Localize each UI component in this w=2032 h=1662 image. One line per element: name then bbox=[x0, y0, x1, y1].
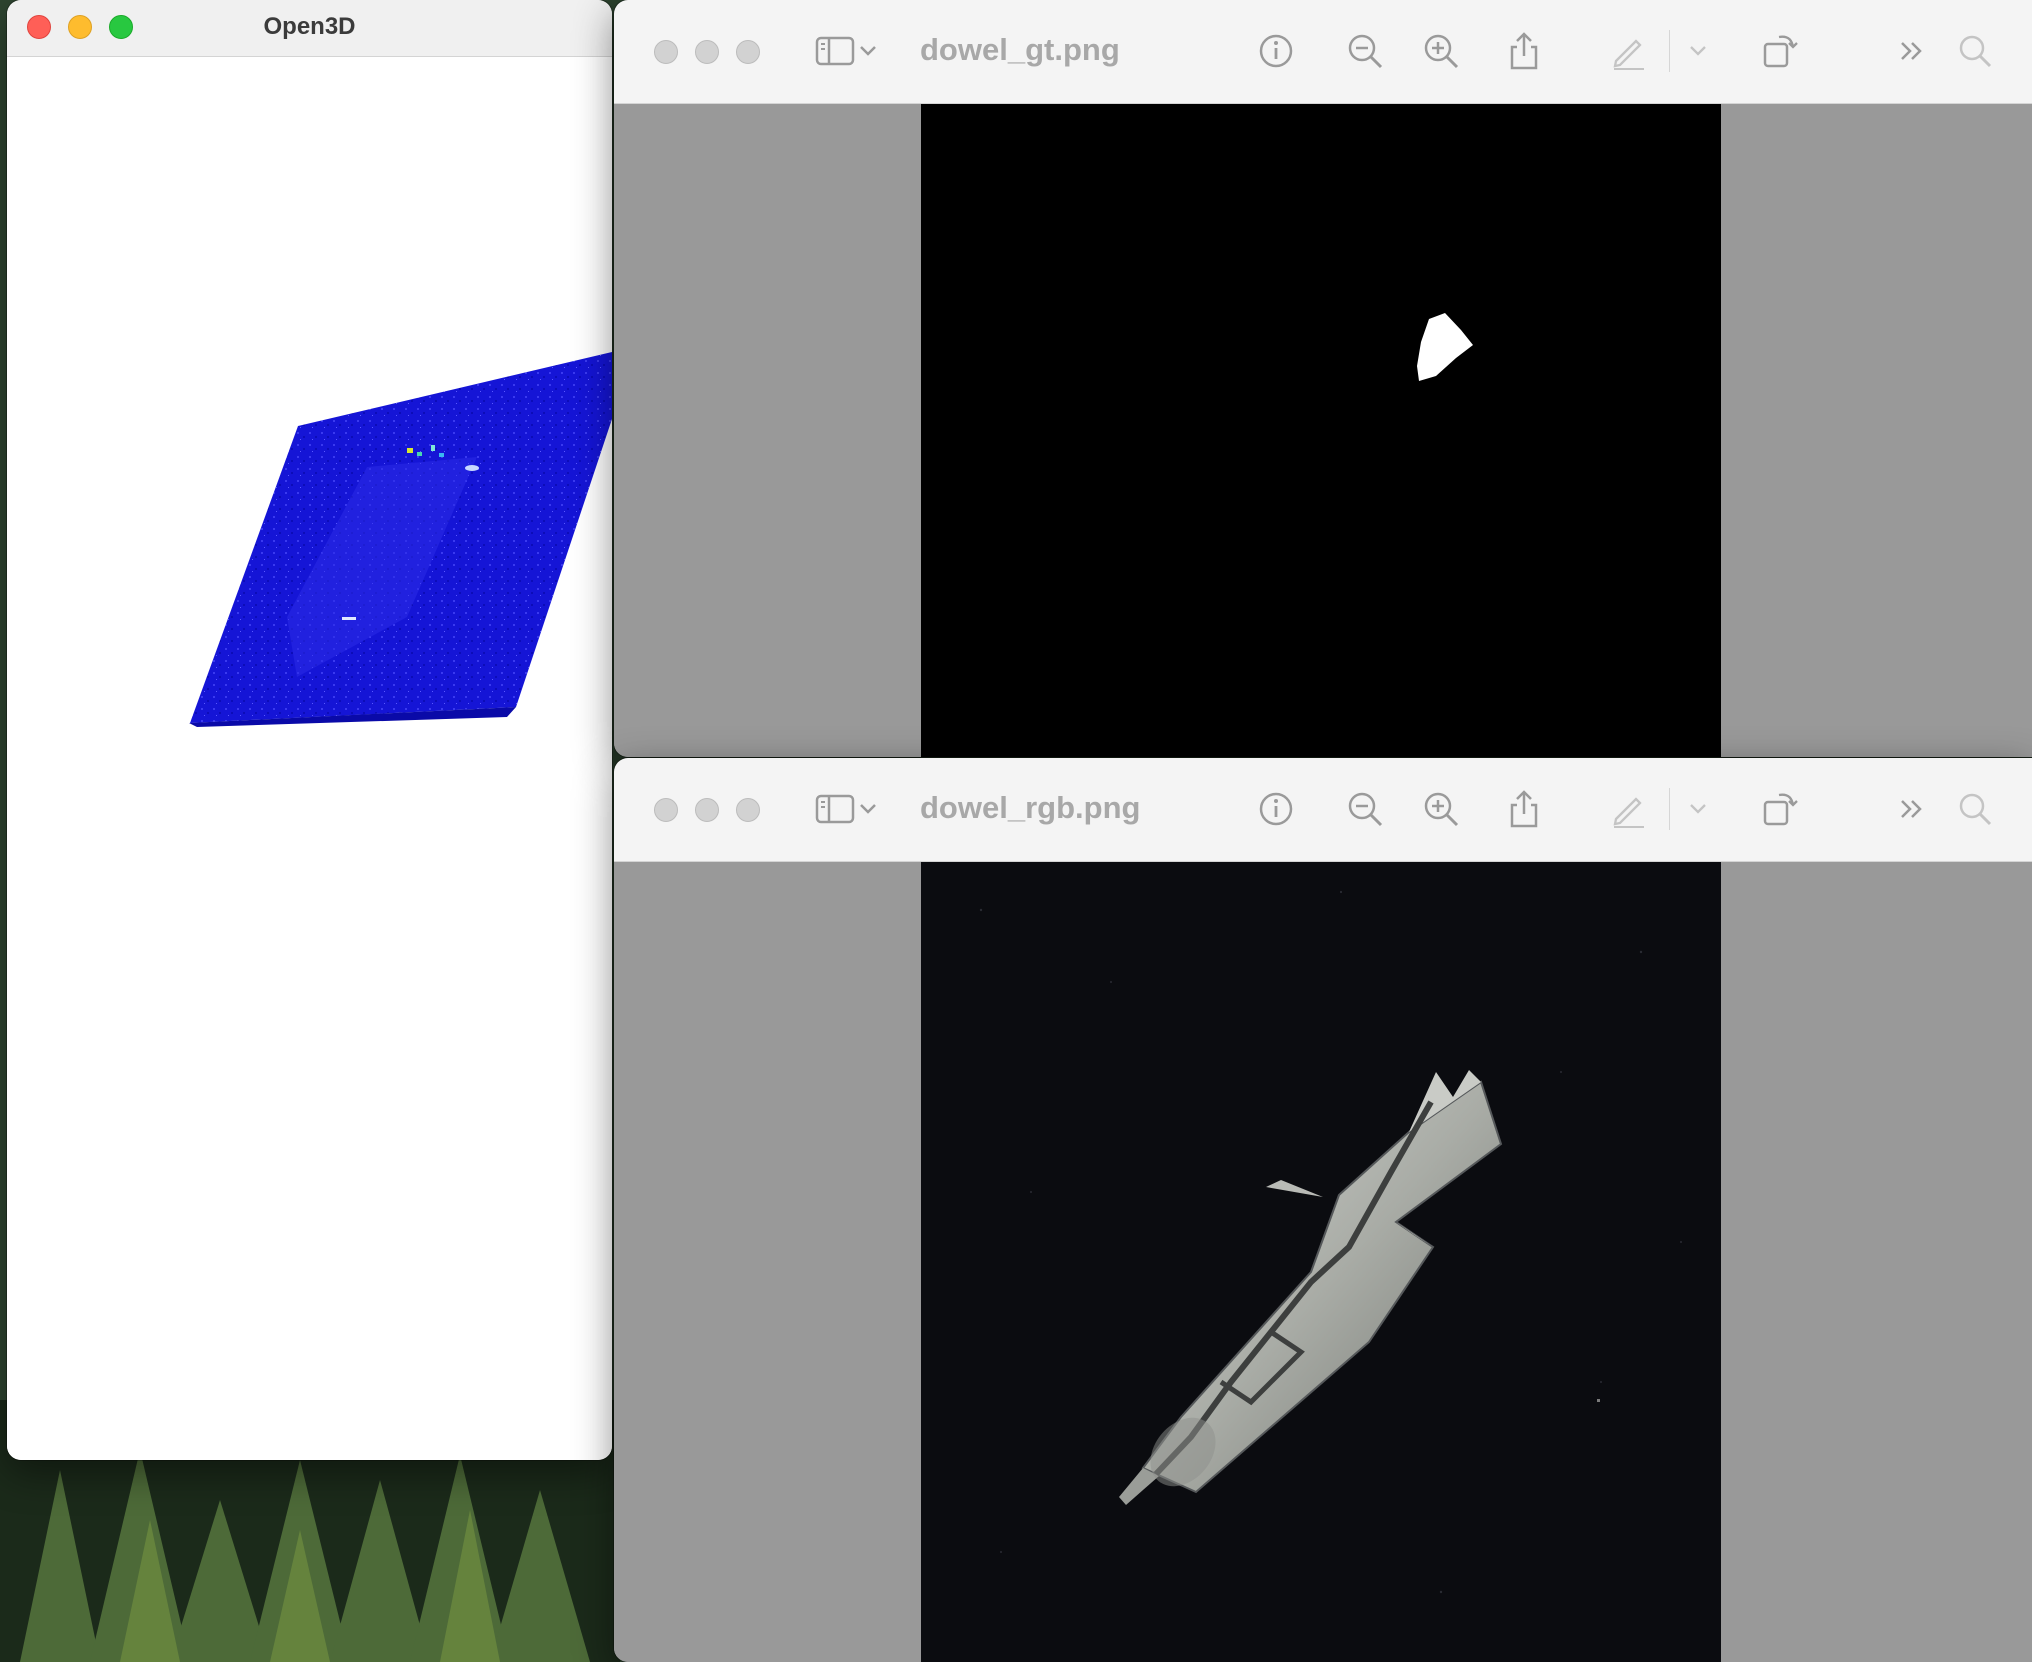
image-viewport[interactable] bbox=[614, 104, 2032, 757]
image-viewport[interactable] bbox=[614, 862, 2032, 1662]
window-controls bbox=[654, 798, 760, 822]
chevron-down-icon[interactable] bbox=[1686, 788, 1710, 830]
rotate-icon[interactable] bbox=[1758, 788, 1800, 830]
close-button[interactable] bbox=[654, 798, 678, 822]
window-title: Open3D bbox=[263, 13, 356, 40]
zoom-in-icon[interactable] bbox=[1420, 788, 1462, 830]
zoom-button[interactable] bbox=[736, 40, 760, 64]
open3d-window[interactable]: Open3D bbox=[7, 0, 612, 1460]
zoom-out-icon[interactable] bbox=[1344, 30, 1386, 72]
toolbar-separator bbox=[1669, 30, 1670, 72]
zoom-in-icon[interactable] bbox=[1420, 30, 1462, 72]
share-icon[interactable] bbox=[1503, 788, 1545, 830]
rotate-icon[interactable] bbox=[1758, 30, 1800, 72]
document-filename: dowel_gt.png bbox=[920, 32, 1120, 67]
chevron-down-icon[interactable] bbox=[1686, 30, 1710, 72]
sidebar-icon[interactable] bbox=[814, 30, 856, 72]
document-filename: dowel_rgb.png bbox=[920, 790, 1141, 825]
preview-window-rgb[interactable]: dowel_rgb.png bbox=[614, 758, 2032, 1662]
search-icon[interactable] bbox=[1954, 788, 1996, 830]
chevron-down-icon[interactable] bbox=[856, 788, 880, 830]
toolbar-separator bbox=[1669, 788, 1670, 830]
info-icon[interactable] bbox=[1255, 30, 1297, 72]
more-chevrons-icon[interactable] bbox=[1891, 30, 1933, 72]
ground-truth-mask-image bbox=[921, 104, 1721, 757]
share-icon[interactable] bbox=[1503, 30, 1545, 72]
search-icon[interactable] bbox=[1954, 30, 1996, 72]
preview-titlebar[interactable]: dowel_rgb.png bbox=[614, 758, 2032, 862]
window-controls bbox=[654, 40, 760, 64]
zoom-button[interactable] bbox=[736, 798, 760, 822]
anomaly-highlight bbox=[407, 448, 413, 453]
preview-titlebar[interactable]: dowel_gt.png bbox=[614, 0, 2032, 104]
close-button[interactable] bbox=[654, 40, 678, 64]
open3d-titlebar[interactable]: Open3D bbox=[7, 0, 612, 57]
markup-pencil-icon[interactable] bbox=[1607, 30, 1649, 72]
zoom-out-icon[interactable] bbox=[1344, 788, 1386, 830]
dowel-photo-image bbox=[921, 862, 1721, 1662]
info-icon[interactable] bbox=[1255, 788, 1297, 830]
more-chevrons-icon[interactable] bbox=[1891, 788, 1933, 830]
point-cloud-viewport[interactable] bbox=[7, 57, 612, 1460]
minimize-button[interactable] bbox=[695, 40, 719, 64]
sidebar-icon[interactable] bbox=[814, 788, 856, 830]
dowel-object bbox=[1119, 1070, 1503, 1505]
markup-pencil-icon[interactable] bbox=[1607, 788, 1649, 830]
minimize-button[interactable] bbox=[695, 798, 719, 822]
defect-mask-region bbox=[1417, 313, 1473, 381]
chevron-down-icon[interactable] bbox=[856, 30, 880, 72]
preview-window-gt[interactable]: dowel_gt.png bbox=[614, 0, 2032, 757]
